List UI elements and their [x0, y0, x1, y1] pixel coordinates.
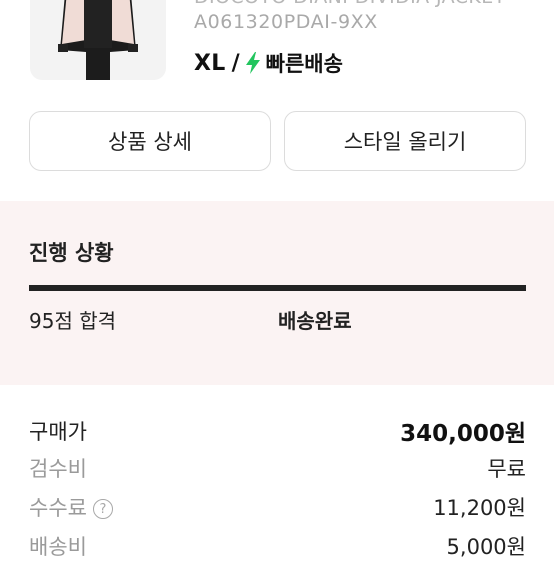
commission-label-group: 수수료?: [29, 492, 113, 522]
price-row-inspection: 검수비 무료: [29, 453, 526, 483]
price-row-commission: 수수료? 11,200원: [29, 492, 526, 522]
commission-label: 수수료: [29, 496, 87, 520]
option-row: XL / 빠른배송: [194, 48, 343, 78]
progress-bar: [29, 285, 526, 291]
shipping-fee-value: 5,000원: [446, 535, 526, 559]
product-thumbnail[interactable]: [30, 0, 166, 80]
delivery-stage: 배송완료: [278, 309, 352, 333]
price-row-purchase: 구매가 340,000원: [29, 414, 526, 448]
progress-status-panel: 진행 상황 95점 합격 배송완료: [0, 201, 554, 385]
inspection-score: 95점 합격: [29, 309, 117, 333]
inspection-fee-value: 무료: [487, 457, 526, 481]
lightning-bolt-icon: [245, 52, 260, 74]
purchase-price-label: 구매가: [29, 420, 87, 444]
commission-value: 11,200원: [433, 496, 526, 520]
fast-delivery-label: 빠른배송: [265, 52, 343, 76]
separator: /: [231, 50, 240, 76]
shipping-fee-label: 배송비: [29, 535, 87, 559]
price-row-shipping: 배송비 5,000원: [29, 531, 526, 561]
status-title: 진행 상황: [29, 241, 114, 265]
post-style-button[interactable]: 스타일 올리기: [284, 111, 526, 171]
model-code: A061320PDAI-9XX: [194, 11, 378, 33]
product-detail-button[interactable]: 상품 상세: [29, 111, 271, 171]
size-label: XL: [194, 50, 226, 76]
product-name: DIOCOTO DIANI DIVIDIA JACKET: [194, 0, 506, 8]
jacket-image: [58, 0, 138, 80]
purchase-price-value: 340,000원: [400, 421, 526, 447]
question-circle-icon[interactable]: ?: [92, 499, 113, 519]
inspection-fee-label: 검수비: [29, 457, 87, 481]
